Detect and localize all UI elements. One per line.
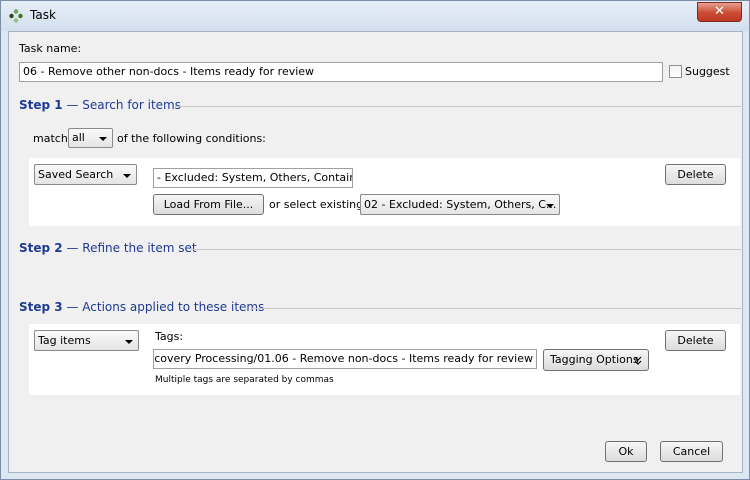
step3-title: — Actions applied to these items (66, 300, 265, 314)
chevron-down-icon (123, 173, 131, 178)
tags-hint: Multiple tags are separated by commas (155, 375, 334, 385)
existing-search-value: 02 - Excluded: System, Others, C... (364, 198, 557, 211)
dialog-body: Task name: 06 - Remove other non-docs - … (8, 31, 743, 473)
match-select[interactable]: all (68, 128, 113, 148)
step1-number: Step 1 (19, 98, 63, 112)
tags-label: Tags: (155, 330, 184, 343)
or-select-existing-label: or select existing: (269, 198, 367, 211)
step2-divider (191, 249, 741, 250)
cancel-button[interactable]: Cancel (660, 441, 723, 462)
action-type-select[interactable]: Tag items (34, 330, 139, 351)
tagging-options-button[interactable]: Tagging Options (543, 349, 649, 371)
tags-input-value: 01 - eDiscovery Processing/01.06 - Remov… (154, 352, 533, 365)
match-select-value: all (72, 131, 85, 144)
chevron-down-icon (125, 339, 133, 344)
tagging-options-label: Tagging Options (550, 353, 639, 366)
conditions-label: of the following conditions: (117, 132, 266, 145)
condition-type-select[interactable]: Saved Search (34, 164, 137, 185)
step2-number: Step 2 (19, 241, 63, 255)
query-input[interactable]: - Excluded: System, Others, Containers (153, 168, 353, 188)
delete-condition-button[interactable]: Delete (665, 164, 726, 185)
chevron-down-icon (99, 137, 107, 141)
delete-action-button[interactable]: Delete (665, 330, 726, 351)
step3-divider (251, 308, 741, 309)
suggest-label: Suggest (685, 65, 730, 78)
step1-heading: Step 1 — Search for items (19, 98, 181, 114)
step1-title: — Search for items (66, 98, 182, 112)
suggest-checkbox[interactable] (669, 65, 682, 78)
step3-heading: Step 3 — Actions applied to these items (19, 300, 264, 316)
task-name-input[interactable]: 06 - Remove other non-docs - Items ready… (19, 62, 663, 82)
search-condition-panel: Saved Search - Excluded: System, Others,… (29, 158, 740, 226)
double-chevron-down-icon (634, 356, 642, 365)
condition-type-value: Saved Search (38, 168, 114, 181)
chevron-down-icon (546, 203, 554, 208)
action-type-value: Tag items (38, 334, 91, 347)
step3-number: Step 3 (19, 300, 63, 314)
app-icon (9, 9, 23, 23)
step2-title: — Refine the item set (66, 241, 197, 255)
task-window: Task ✕ Task name: 06 - Remove other non-… (0, 0, 750, 480)
step1-divider (175, 106, 741, 107)
step2-heading: Step 2 — Refine the item set (19, 241, 197, 257)
existing-search-select[interactable]: 02 - Excluded: System, Others, C... (360, 194, 560, 215)
title-bar: Task ✕ (1, 1, 749, 31)
match-label: match (33, 132, 68, 145)
task-name-label: Task name: (19, 42, 82, 55)
tags-input[interactable]: 01 - eDiscovery Processing/01.06 - Remov… (153, 349, 537, 369)
load-from-file-button[interactable]: Load From File... (153, 194, 264, 215)
action-panel: Tag items Tags: 01 - eDiscovery Processi… (29, 324, 740, 395)
close-icon[interactable]: ✕ (697, 2, 742, 22)
ok-button[interactable]: Ok (605, 441, 647, 462)
window-title: Task (30, 8, 56, 22)
